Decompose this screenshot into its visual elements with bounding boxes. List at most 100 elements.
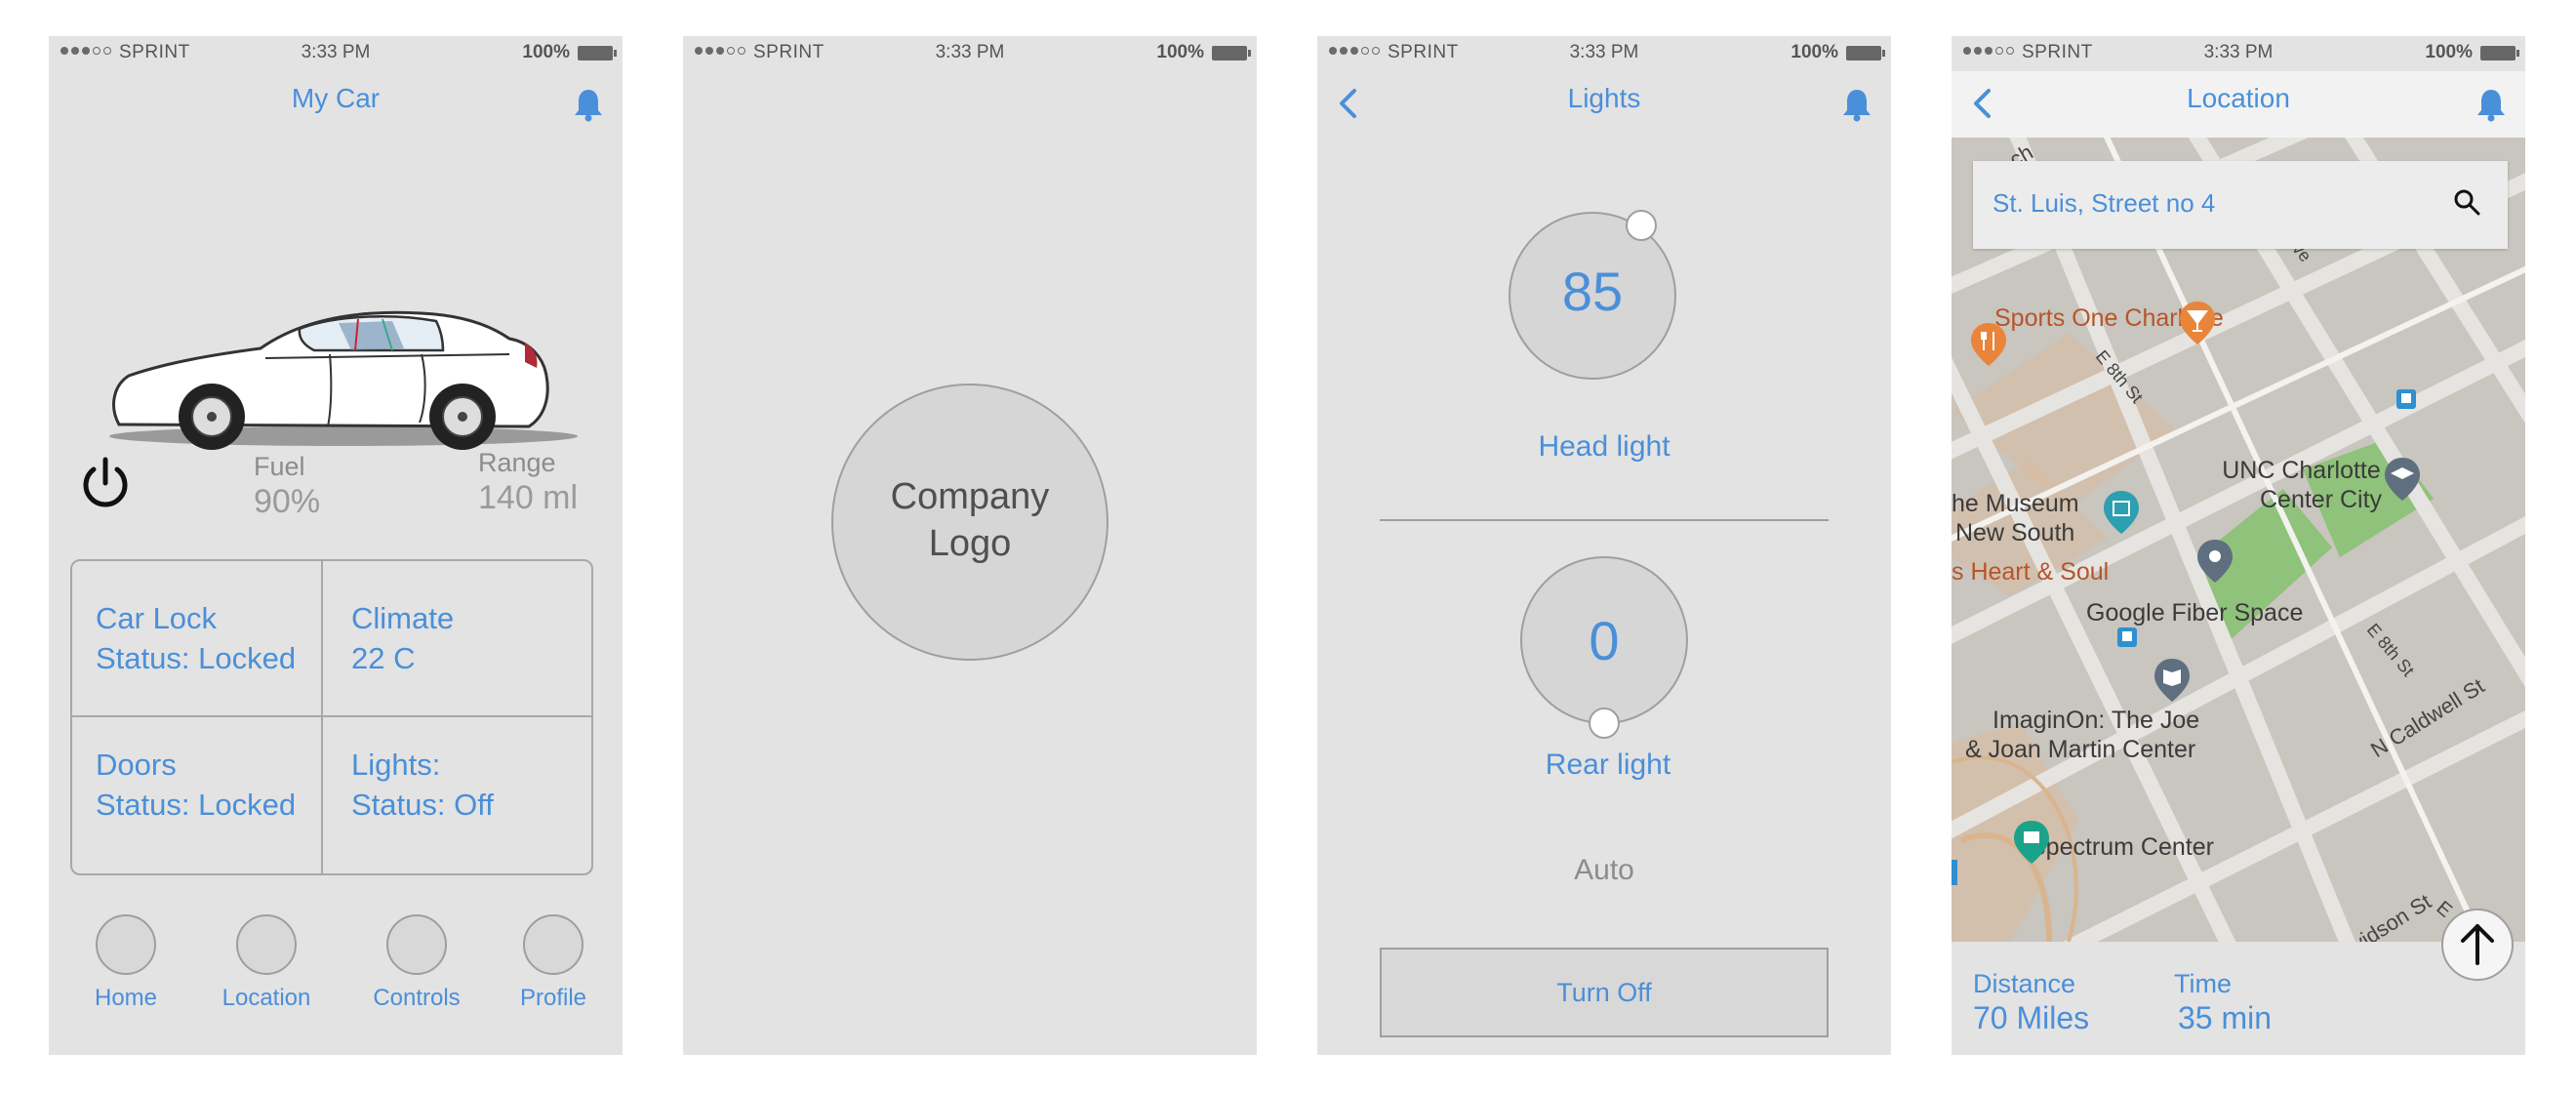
screen-location: SPRINT 3:33 PM 100% Location Sports One … xyxy=(1952,36,2525,1055)
map-pin-icon[interactable] xyxy=(2195,538,2234,585)
tab-label: Controls xyxy=(373,985,461,1011)
bell-icon[interactable] xyxy=(2475,87,2508,122)
divider xyxy=(1380,519,1829,521)
tile-title: Climate xyxy=(351,601,455,635)
tile-title: Car Lock xyxy=(96,601,218,635)
map-label-line: ImaginOn: The Joe xyxy=(1992,707,2200,734)
battery-icon xyxy=(1212,46,1251,61)
controls-icon xyxy=(386,914,447,975)
tab-location[interactable]: Location xyxy=(198,914,335,1012)
location-icon xyxy=(236,914,297,975)
map-label-google-fiber: Google Fiber Space xyxy=(2086,599,2304,627)
tab-home[interactable]: Home xyxy=(58,914,194,1012)
rear-light-knob[interactable] xyxy=(1589,708,1620,739)
rear-light-value: 0 xyxy=(1589,610,1620,671)
battery-icon xyxy=(578,46,617,61)
auto-toggle[interactable]: Auto xyxy=(1317,854,1891,887)
status-bar: SPRINT 3:33 PM 100% xyxy=(683,36,1257,71)
fuel-label: Fuel xyxy=(254,452,305,481)
grid-divider xyxy=(72,715,591,717)
screen-splash: SPRINT 3:33 PM 100% Company Logo xyxy=(683,36,1257,1055)
range-label: Range xyxy=(478,448,556,477)
rear-light-dial[interactable]: 0 xyxy=(1520,556,1688,724)
library-pin-icon[interactable] xyxy=(2153,657,2192,704)
status-bar: SPRINT 3:33 PM 100% xyxy=(49,36,623,71)
battery-icon xyxy=(2480,46,2519,61)
map-view[interactable]: Sports One Charlotte UNC Charlotte Cente… xyxy=(1952,138,2525,942)
arrow-up-icon xyxy=(2461,924,2494,965)
battery-percent: 100% xyxy=(1791,42,1838,62)
battery-percent: 100% xyxy=(1156,42,1204,62)
tab-bar: Home Location Controls Profile xyxy=(49,914,623,1022)
navigate-button[interactable] xyxy=(2441,909,2514,981)
grid-divider xyxy=(321,561,323,873)
tab-controls[interactable]: Controls xyxy=(348,914,485,1012)
logo-line: Logo xyxy=(928,523,1012,564)
profile-icon xyxy=(523,914,584,975)
tile-title: Lights: xyxy=(351,748,441,782)
map-label-line: UNC Charlotte xyxy=(2222,457,2381,484)
screen-lights: SPRINT 3:33 PM 100% Lights 85 Head light… xyxy=(1317,36,1891,1055)
tile-status: Status: Locked xyxy=(96,788,297,822)
rear-light-label: Rear light xyxy=(1545,749,1671,781)
turn-off-button[interactable]: Turn Off xyxy=(1380,948,1829,1037)
logo-text: Company Logo xyxy=(833,473,1107,567)
tile-lights[interactable]: Lights: Status: Off xyxy=(351,745,494,825)
museum-pin-icon[interactable] xyxy=(2102,489,2141,536)
time-label: Time xyxy=(2174,969,2232,998)
transit-icon[interactable] xyxy=(2395,387,2418,411)
home-icon xyxy=(96,914,156,975)
tile-car-lock[interactable]: Car Lock Status: Locked xyxy=(96,598,296,678)
page-title: Location xyxy=(2187,83,2290,113)
head-light-label: Head light xyxy=(1538,430,1670,463)
page-title: Lights xyxy=(1567,83,1641,113)
map-label-line: he Museum xyxy=(1952,490,2079,517)
fuel-value: 90% xyxy=(254,483,321,520)
battery-percent: 100% xyxy=(522,42,570,62)
arena-pin-icon[interactable] xyxy=(2012,819,2051,866)
map-label-heart-soul: s Heart & Soul xyxy=(1952,558,2110,586)
tab-label: Home xyxy=(94,985,158,1011)
distance-value: 70 Miles xyxy=(1973,1000,2090,1035)
logo-line: Company xyxy=(890,476,1050,517)
status-bar: SPRINT 3:33 PM 100% xyxy=(1952,36,2525,71)
tile-doors[interactable]: Doors Status: Locked xyxy=(96,745,296,825)
map-label-museum: he Museum New South xyxy=(1952,489,2079,547)
tab-label: Location xyxy=(221,985,311,1011)
distance-label: Distance xyxy=(1973,969,2076,998)
tab-label: Profile xyxy=(519,985,587,1011)
tile-status: 22 C xyxy=(351,641,416,675)
tile-climate[interactable]: Climate 22 C xyxy=(351,598,454,678)
search-bar[interactable]: St. Luis, Street no 4 xyxy=(1973,161,2508,249)
car-illustration xyxy=(109,310,578,450)
range-value: 140 ml xyxy=(478,479,579,516)
map-label-unc-charlotte: UNC Charlotte Center City xyxy=(2221,456,2382,514)
screen-my-car: SPRINT 3:33 PM 100% My Car Fuel 90% Rang… xyxy=(49,36,623,1055)
map-label-line: New South xyxy=(1955,519,2075,546)
trip-summary: Distance 70 Miles Time 35 min xyxy=(1952,942,2525,1055)
power-icon[interactable] xyxy=(76,454,135,512)
search-icon[interactable] xyxy=(2451,186,2484,220)
restaurant-pin-icon[interactable] xyxy=(1969,321,2008,368)
battery-percent: 100% xyxy=(2425,42,2473,62)
map-label-imaginon: ImaginOn: The Joe & Joan Martin Center xyxy=(1965,706,2199,764)
search-input[interactable]: St. Luis, Street no 4 xyxy=(1992,188,2215,219)
bar-pin-icon[interactable] xyxy=(2178,300,2217,346)
tile-title: Doors xyxy=(96,748,177,782)
status-grid: Car Lock Status: Locked Climate 22 C Doo… xyxy=(70,559,593,875)
tile-status: Status: Off xyxy=(351,788,494,822)
company-logo: Company Logo xyxy=(831,384,1108,661)
tab-profile[interactable]: Profile xyxy=(485,914,622,1012)
map-label-line: Center City xyxy=(2260,486,2383,513)
bell-icon[interactable] xyxy=(572,87,605,122)
head-light-knob[interactable] xyxy=(1626,210,1657,241)
status-bar: SPRINT 3:33 PM 100% xyxy=(1317,36,1891,71)
university-pin-icon[interactable] xyxy=(2383,456,2422,503)
bell-icon[interactable] xyxy=(1840,87,1873,122)
transit-icon[interactable] xyxy=(2115,626,2139,649)
tile-status: Status: Locked xyxy=(96,641,297,675)
map-label-spectrum-center: Spectrum Center xyxy=(2030,833,2214,861)
map-label-line: & Joan Martin Center xyxy=(1965,736,2196,763)
page-title: My Car xyxy=(291,83,381,113)
time-value: 35 min xyxy=(2178,1000,2273,1035)
